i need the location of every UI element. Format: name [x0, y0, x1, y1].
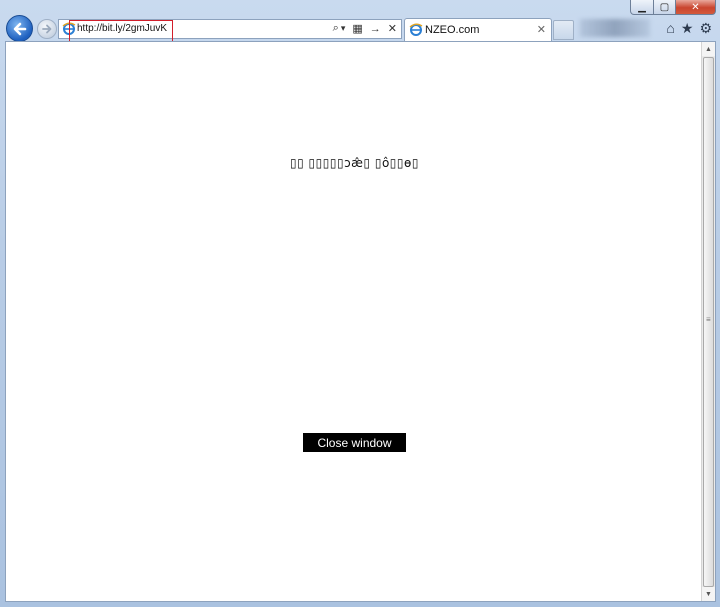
tools-gear-icon[interactable]: ⚙: [699, 20, 712, 37]
go-icon[interactable]: →: [370, 23, 381, 35]
favorites-star-icon[interactable]: ★: [681, 20, 694, 37]
stop-icon[interactable]: ✕: [388, 22, 397, 35]
browser-window: ▁ ▢ ✕ http://bit.ly/2gmJuvK ⌕ ▾ ▦ → ✕ NZ…: [0, 0, 720, 607]
forward-button[interactable]: [37, 19, 57, 39]
command-icons: ⌂ ★ ⚙: [666, 20, 712, 37]
back-button[interactable]: [6, 15, 33, 42]
home-icon[interactable]: ⌂: [666, 20, 674, 37]
scroll-up-icon[interactable]: ▲: [702, 42, 715, 56]
ie-tab-icon: [409, 23, 423, 36]
tab-close-icon[interactable]: ✕: [537, 23, 546, 36]
grip-icon: ≡: [706, 315, 711, 324]
maximize-button[interactable]: ▢: [654, 0, 676, 15]
tab-nzeo[interactable]: NZEO.com ✕: [404, 18, 552, 41]
scroll-down-icon[interactable]: ▼: [702, 587, 715, 601]
compatibility-view-icon[interactable]: ▦: [352, 22, 362, 35]
close-button[interactable]: ✕: [676, 0, 716, 15]
page-content: ▯▯ ▯▯▯▯▯ɔæ̂▯ ▯ô▯▯ɵ▯ Close window ▲ ≡ ▼: [5, 41, 716, 602]
dropdown-icon[interactable]: ▾: [341, 23, 346, 34]
tab-label: NZEO.com: [425, 24, 480, 36]
caption-buttons: ▁ ▢ ✕: [630, 0, 716, 16]
minimize-button[interactable]: ▁: [630, 0, 654, 15]
blurred-region: [580, 19, 650, 37]
address-tools: ⌕ ▾ ▦ → ✕: [333, 22, 397, 35]
search-icon[interactable]: ⌕: [333, 22, 339, 35]
garbled-message: ▯▯ ▯▯▯▯▯ɔæ̂▯ ▯ô▯▯ɵ▯: [290, 156, 419, 170]
scroll-thumb[interactable]: ≡: [703, 57, 714, 587]
vertical-scrollbar[interactable]: ▲ ≡ ▼: [701, 42, 715, 601]
close-window-button[interactable]: Close window: [303, 433, 406, 452]
back-arrow-icon: [13, 22, 26, 35]
url-highlight-box: [69, 20, 173, 42]
forward-arrow-icon: [42, 24, 52, 34]
new-tab-button[interactable]: [553, 20, 574, 40]
